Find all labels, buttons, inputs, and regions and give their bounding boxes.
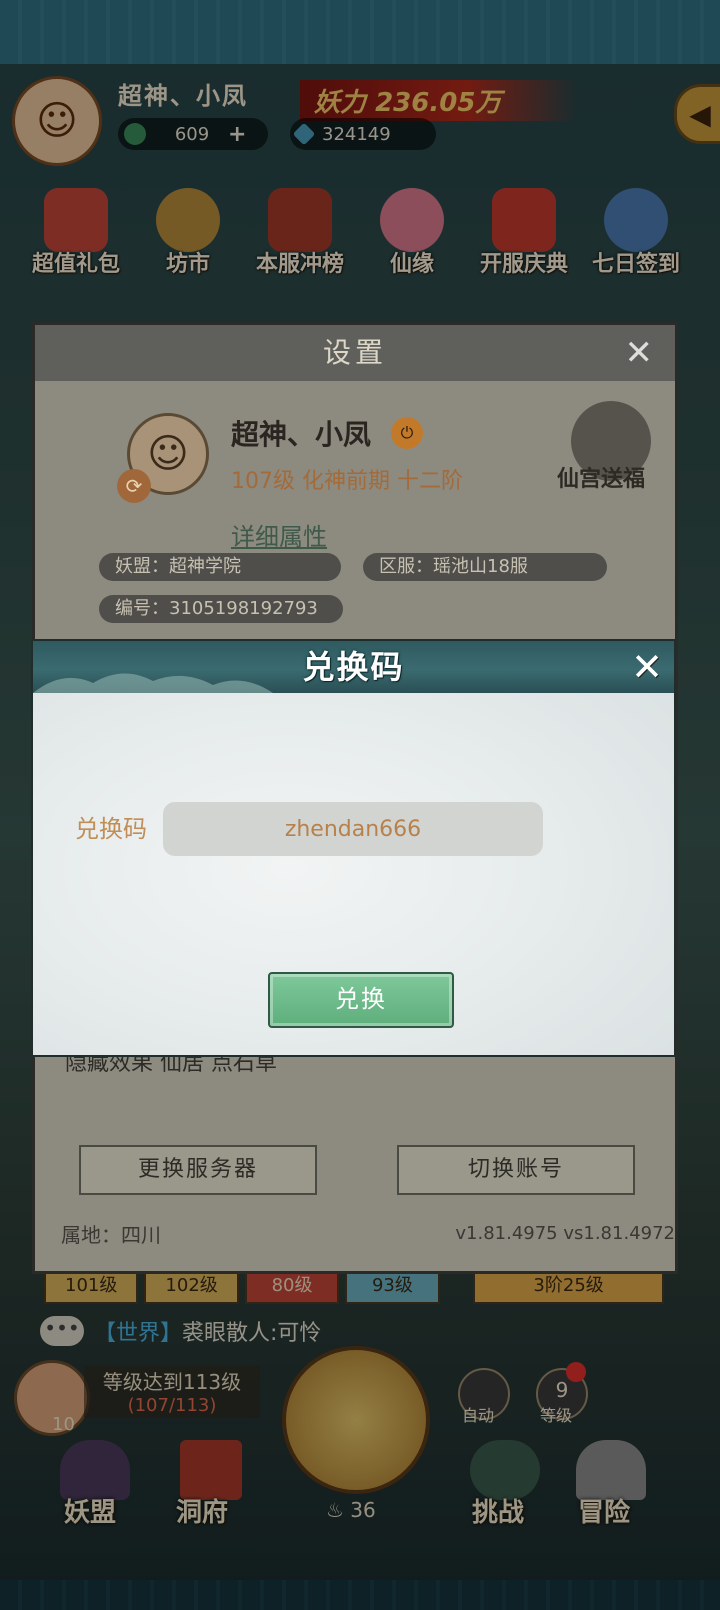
change-server-button[interactable]: 更换服务器: [79, 1145, 317, 1195]
top-decor-strip: [0, 0, 720, 64]
version-text: v1.81.4975 vs1.81.4972: [455, 1223, 675, 1244]
redeem-confirm-button[interactable]: 兑换: [268, 972, 454, 1028]
settings-level-text: 107级 化神前期 十二阶: [231, 469, 463, 494]
guild-pill: 妖盟：超神学院: [99, 553, 341, 581]
id-pill: 编号：3105198192793: [99, 595, 343, 623]
redeem-code-dialog: 兑换码 ✕ 兑换码 兑换: [31, 639, 676, 1057]
xian-palace-label: 仙宫送福: [557, 467, 646, 492]
power-off-icon[interactable]: ⏻: [391, 417, 423, 449]
settings-player-name: 超神、小凤: [231, 418, 372, 451]
redeem-field-label: 兑换码: [75, 815, 147, 843]
switch-account-button[interactable]: 切换账号: [397, 1145, 635, 1195]
settings-close-icon[interactable]: ✕: [625, 333, 654, 373]
redeem-code-input[interactable]: [163, 802, 543, 856]
server-pill: 区服：瑶池山18服: [363, 553, 607, 581]
details-link[interactable]: 详细属性: [231, 517, 327, 552]
settings-title: 设置: [35, 325, 675, 381]
dialog-header: 兑换码 ✕: [33, 641, 674, 693]
swap-avatar-icon[interactable]: ⟳: [117, 469, 151, 503]
dialog-close-icon[interactable]: ✕: [627, 647, 667, 687]
location-text: 属地：四川: [61, 1223, 161, 1247]
dialog-title: 兑换码: [302, 648, 405, 686]
